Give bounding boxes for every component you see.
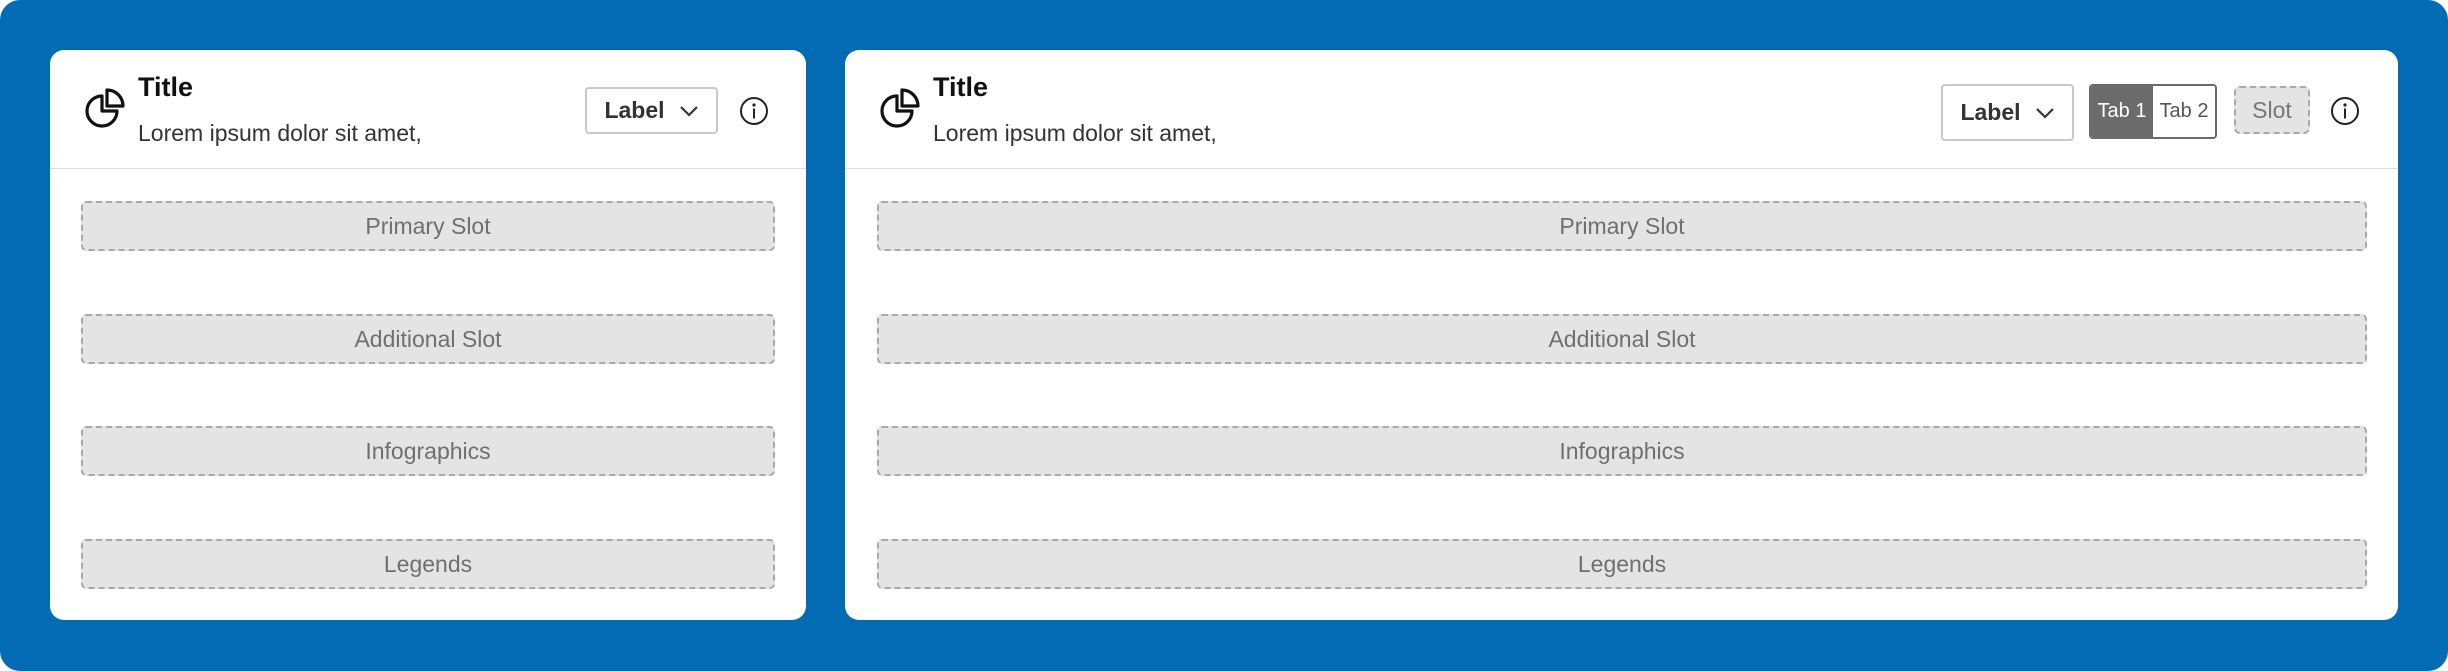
primary-slot: Primary Slot	[81, 201, 775, 251]
pie-chart-icon	[880, 88, 920, 128]
primary-slot: Primary Slot	[877, 201, 2367, 251]
infographics-slot: Infographics	[877, 426, 2367, 476]
chevron-down-icon	[2035, 107, 2054, 119]
card-subtitle: Lorem ipsum dolor sit amet,	[138, 120, 422, 146]
label-dropdown[interactable]: Label	[1941, 84, 2074, 141]
info-icon[interactable]	[738, 95, 770, 127]
legends-slot: Legends	[81, 539, 775, 589]
legends-slot: Legends	[877, 539, 2367, 589]
chevron-down-icon	[679, 105, 698, 117]
dropdown-label: Label	[1960, 99, 2021, 125]
info-icon[interactable]	[2329, 95, 2361, 127]
pie-chart-icon	[85, 88, 125, 128]
card-title: Title	[933, 72, 989, 102]
tab-1[interactable]: Tab 1	[2091, 86, 2153, 137]
tab-group: Tab 1 Tab 2	[2089, 84, 2217, 139]
canvas-frame: Title Lorem ipsum dolor sit amet, Label …	[0, 0, 2448, 671]
card-header: Title Lorem ipsum dolor sit amet, Label	[50, 50, 806, 169]
dropdown-label: Label	[604, 97, 665, 123]
card-header: Title Lorem ipsum dolor sit amet, Label …	[845, 50, 2398, 169]
label-dropdown[interactable]: Label	[585, 87, 718, 134]
header-slot: Slot	[2234, 86, 2310, 134]
card-title: Title	[138, 72, 194, 102]
additional-slot: Additional Slot	[877, 314, 2367, 364]
infographics-slot: Infographics	[81, 426, 775, 476]
card-compact: Title Lorem ipsum dolor sit amet, Label …	[50, 50, 806, 620]
additional-slot: Additional Slot	[81, 314, 775, 364]
card-subtitle: Lorem ipsum dolor sit amet,	[933, 120, 1217, 146]
card-wide: Title Lorem ipsum dolor sit amet, Label …	[845, 50, 2398, 620]
tab-2[interactable]: Tab 2	[2153, 86, 2215, 137]
